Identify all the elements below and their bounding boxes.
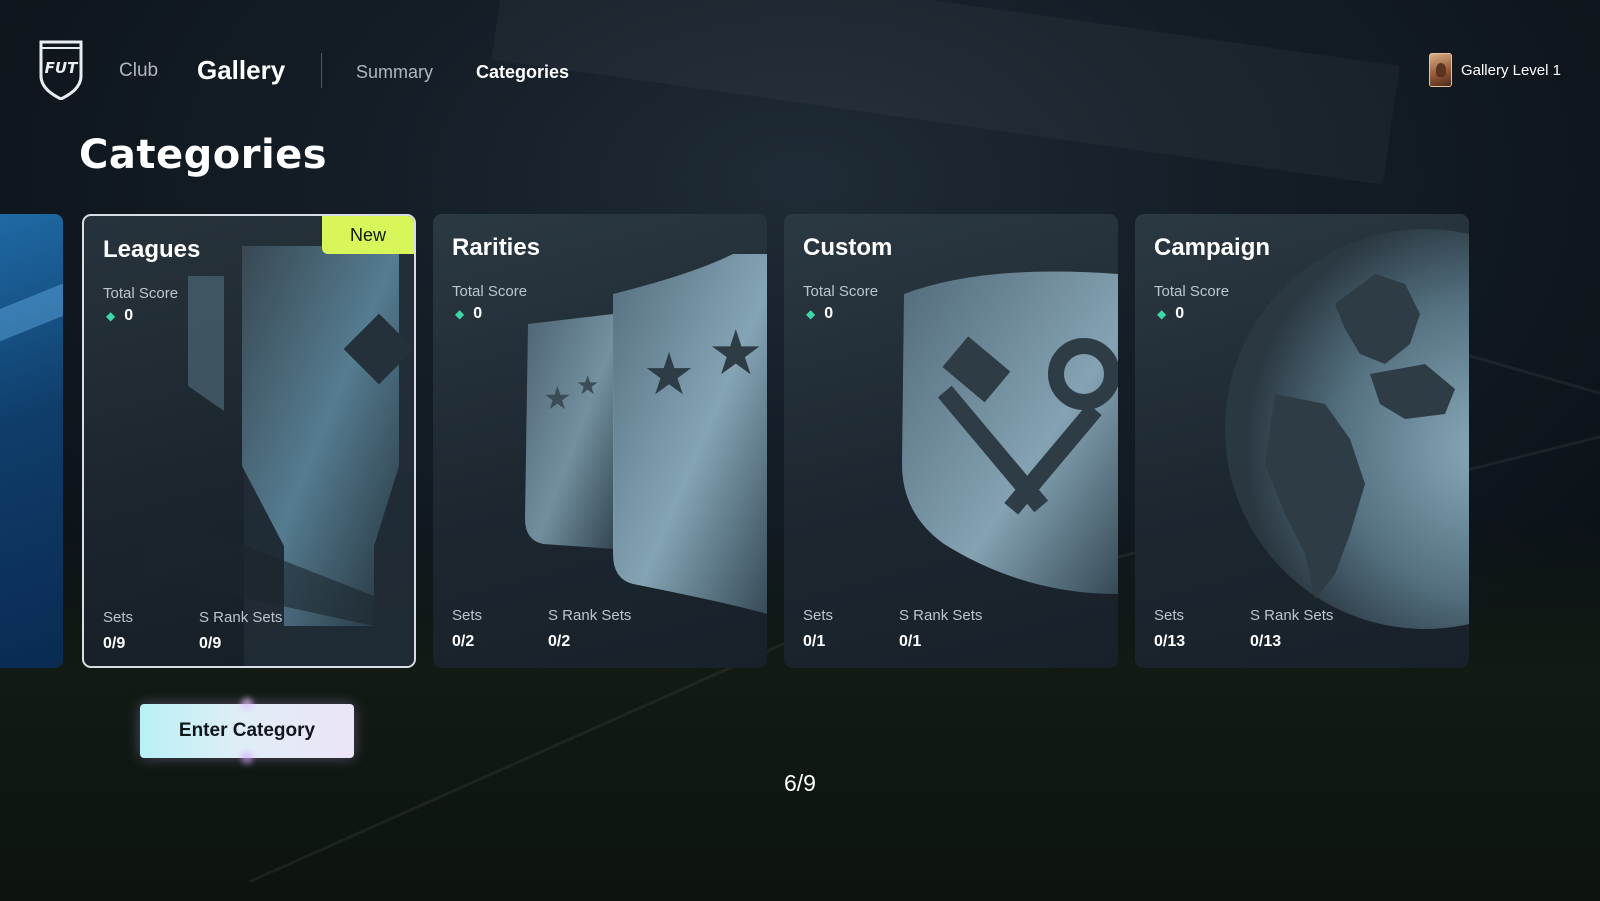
sets-value: 0/9 (103, 635, 126, 652)
tab-summary[interactable]: Summary (356, 62, 433, 83)
gallery-level-label: Gallery Level 1 (1460, 61, 1561, 79)
player-card-icon (1428, 53, 1452, 87)
sets-label: Sets (1154, 607, 1185, 624)
s-rank-sets-label: S Rank Sets (1250, 607, 1334, 624)
total-score-value: 0 (1175, 305, 1185, 322)
total-score-value: 0 (824, 305, 834, 322)
top-navigation: FUT Club Gallery Summary Categories Gall… (0, 0, 1600, 130)
nav-divider (321, 53, 322, 88)
enter-category-button[interactable]: Enter Category (140, 698, 354, 764)
gallery-level-indicator[interactable]: Gallery Level 1 (1428, 53, 1561, 87)
score-gem-icon: ◆ (106, 309, 116, 323)
score-gem-icon: ◆ (1157, 307, 1167, 321)
score-gem-icon: ◆ (455, 307, 465, 321)
sets-value: 0/13 (1154, 633, 1186, 650)
total-score-label: Total Score (803, 283, 879, 300)
svg-text:★: ★ (643, 340, 695, 408)
total-score-value: 0 (124, 307, 134, 324)
card-title: Leagues (103, 236, 201, 263)
total-score: ◆ 0 (806, 305, 833, 323)
total-score: ◆ 0 (106, 307, 133, 325)
sets-label: Sets (103, 609, 134, 626)
total-score-label: Total Score (452, 283, 528, 300)
svg-text:FUT: FUT (45, 59, 79, 77)
sets-label: Sets (452, 607, 483, 624)
svg-text:★: ★ (543, 379, 572, 417)
total-score-label: Total Score (103, 285, 179, 302)
category-card-leagues[interactable]: New Leagues Total Score ◆ 0 Sets 0/9 S R… (82, 214, 416, 668)
s-rank-sets-value: 0/9 (199, 635, 222, 652)
card-title: Custom (803, 234, 893, 261)
card-title: Campaign (1154, 234, 1271, 261)
nav-gallery[interactable]: Gallery (197, 55, 285, 86)
page-title: Categories (79, 132, 328, 178)
total-score-value: 0 (473, 305, 483, 322)
total-score: ◆ 0 (1157, 305, 1184, 323)
page-indicator: 6/9 (784, 770, 816, 796)
total-score: ◆ 0 (455, 305, 482, 323)
svg-text:★: ★ (708, 316, 764, 389)
score-gem-icon: ◆ (806, 307, 816, 321)
category-card-custom[interactable]: Custom Total Score ◆ 0 Sets 0/1 S Rank S… (784, 214, 1118, 668)
s-rank-sets-value: 0/13 (1250, 633, 1282, 650)
category-card-rarities[interactable]: ★ ★ ★ ★ Rarities Total Score ◆ 0 Sets 0/… (433, 214, 767, 668)
s-rank-sets-value: 0/2 (548, 633, 571, 650)
sets-label: Sets (803, 607, 834, 624)
s-rank-sets-label: S Rank Sets (199, 609, 283, 626)
s-rank-sets-label: S Rank Sets (899, 607, 983, 624)
card-title: Rarities (452, 234, 541, 261)
s-rank-sets-value: 0/1 (899, 633, 922, 650)
sets-value: 0/1 (803, 633, 826, 650)
button-glow (241, 698, 253, 710)
nav-club[interactable]: Club (119, 60, 158, 82)
new-badge: New (322, 216, 414, 254)
previous-category-card[interactable] (0, 214, 63, 668)
button-glow (241, 752, 253, 764)
s-rank-sets-label: S Rank Sets (548, 607, 632, 624)
svg-text:★: ★ (576, 371, 599, 401)
tab-categories[interactable]: Categories (476, 62, 569, 83)
trophy-icon (144, 246, 414, 666)
sets-value: 0/2 (452, 633, 475, 650)
enter-category-label: Enter Category (178, 720, 316, 741)
category-card-campaign[interactable]: Campaign Total Score ◆ 0 Sets 0/13 S Ran… (1135, 214, 1469, 668)
fut-logo-icon: FUT (38, 40, 84, 101)
total-score-label: Total Score (1154, 283, 1230, 300)
